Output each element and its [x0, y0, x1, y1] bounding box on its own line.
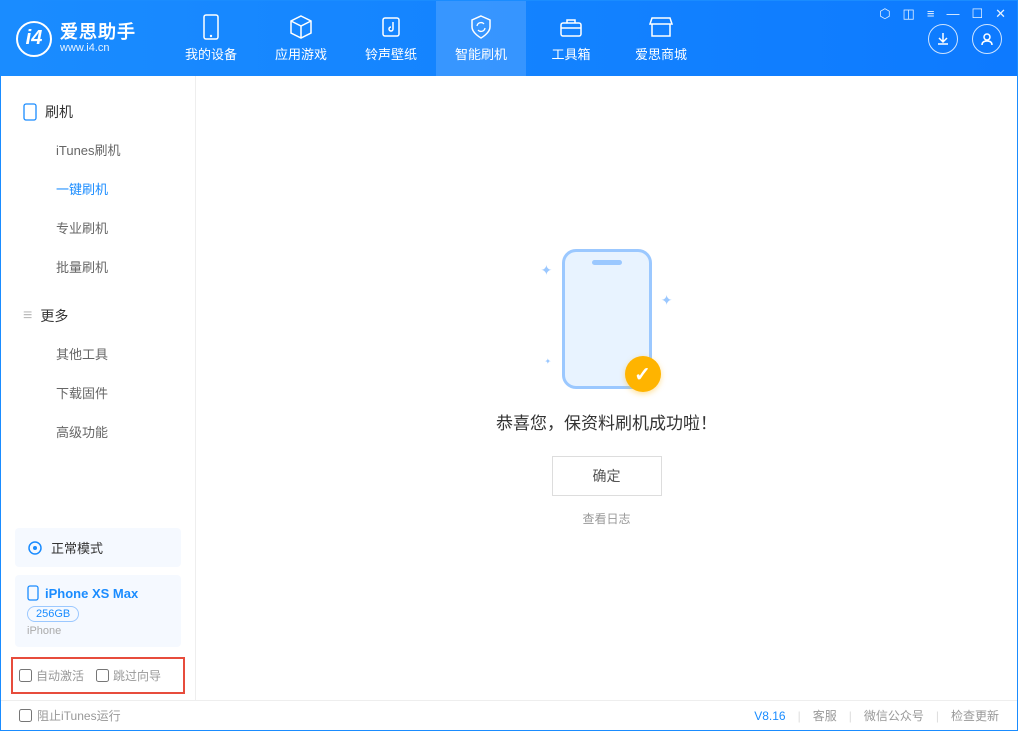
footer: 阻止iTunes运行 V8.16 | 客服 | 微信公众号 | 检查更新 — [1, 700, 1017, 730]
music-icon — [378, 14, 404, 40]
maximize-button[interactable]: ☐ — [971, 6, 983, 22]
shop-icon — [648, 14, 674, 40]
sidebar-item-firmware[interactable]: 下载固件 — [1, 373, 195, 412]
sparkle-icon: ✦ — [661, 292, 673, 309]
checkbox-block-itunes[interactable]: 阻止iTunes运行 — [19, 707, 121, 724]
view-log-link[interactable]: 查看日志 — [582, 510, 630, 527]
sidebar-item-batch[interactable]: 批量刷机 — [1, 247, 195, 286]
sparkle-icon: ✦ — [541, 262, 553, 279]
main-content: ✦ ✦ ✦ ✓ 恭喜您，保资料刷机成功啦！ 确定 查看日志 — [196, 76, 1017, 700]
window-controls: ⬡ ◫ ≡ — ☐ ✕ — [879, 6, 1006, 22]
checkbox-label: 阻止iTunes运行 — [37, 707, 121, 724]
footer-link-update[interactable]: 检查更新 — [951, 707, 999, 724]
lock-icon[interactable]: ◫ — [903, 6, 915, 22]
nav-tab-shop[interactable]: 爱思商城 — [616, 1, 706, 76]
nav-tab-apps[interactable]: 应用游戏 — [256, 1, 346, 76]
app-url: www.i4.cn — [60, 42, 136, 54]
checkbox-auto-activate[interactable]: 自动激活 — [19, 667, 84, 684]
nav-tab-tools[interactable]: 工具箱 — [526, 1, 616, 76]
device-icon — [23, 103, 37, 121]
nav-label: 铃声壁纸 — [365, 44, 417, 63]
nav-label: 爱思商城 — [635, 44, 687, 63]
success-check-icon: ✓ — [625, 356, 661, 392]
sidebar-item-advanced[interactable]: 高级功能 — [1, 412, 195, 451]
close-button[interactable]: ✕ — [995, 6, 1006, 22]
nav-tab-ring[interactable]: 铃声壁纸 — [346, 1, 436, 76]
logo: i4 爱思助手 www.i4.cn — [16, 21, 136, 57]
phone-small-icon — [27, 585, 39, 601]
nav-label: 智能刷机 — [455, 44, 507, 63]
mode-label: 正常模式 — [51, 538, 103, 557]
nav-tabs: 我的设备 应用游戏 铃声壁纸 智能刷机 工具箱 爱思商城 — [166, 1, 706, 76]
cube-icon — [288, 14, 314, 40]
mode-icon — [27, 540, 43, 556]
sidebar-item-itunes[interactable]: iTunes刷机 — [1, 130, 195, 169]
phone-icon — [198, 14, 224, 40]
device-capacity: 256GB — [27, 606, 79, 622]
checkbox-label: 跳过向导 — [113, 667, 161, 684]
section-title: 更多 — [40, 306, 68, 326]
nav-tab-device[interactable]: 我的设备 — [166, 1, 256, 76]
app-header: i4 爱思助手 www.i4.cn 我的设备 应用游戏 铃声壁纸 智能刷机 工具… — [1, 1, 1017, 76]
device-box[interactable]: iPhone XS Max 256GB iPhone — [15, 575, 181, 647]
sidebar-item-oneclick[interactable]: 一键刷机 — [1, 169, 195, 208]
header-right — [928, 24, 1002, 54]
phone-illustration: ✦ ✦ ✦ ✓ — [562, 249, 652, 389]
nav-label: 我的设备 — [185, 44, 237, 63]
list-icon: ≡ — [23, 307, 32, 325]
sidebar-item-pro[interactable]: 专业刷机 — [1, 208, 195, 247]
shirt-icon[interactable]: ⬡ — [879, 6, 890, 22]
success-message: 恭喜您，保资料刷机成功啦！ — [496, 409, 717, 434]
user-icon[interactable] — [972, 24, 1002, 54]
footer-link-support[interactable]: 客服 — [813, 707, 837, 724]
toolbox-icon — [558, 14, 584, 40]
app-name: 爱思助手 — [60, 23, 136, 43]
logo-icon: i4 — [16, 21, 52, 57]
download-icon[interactable] — [928, 24, 958, 54]
nav-label: 工具箱 — [551, 44, 590, 63]
checkbox-skip-guide[interactable]: 跳过向导 — [96, 667, 161, 684]
sidebar-section-more: ≡ 更多 — [1, 298, 195, 334]
sparkle-icon: ✦ — [545, 357, 552, 366]
device-type: iPhone — [27, 625, 169, 637]
options-row: 自动激活 跳过向导 — [11, 657, 185, 694]
device-name: iPhone XS Max — [45, 586, 138, 601]
version-label: V8.16 — [754, 709, 785, 723]
mode-box[interactable]: 正常模式 — [15, 528, 181, 567]
minimize-button[interactable]: — — [946, 6, 959, 22]
nav-label: 应用游戏 — [275, 44, 327, 63]
menu-icon[interactable]: ≡ — [927, 6, 935, 22]
checkbox-label: 自动激活 — [36, 667, 84, 684]
sidebar-item-other[interactable]: 其他工具 — [1, 334, 195, 373]
confirm-button[interactable]: 确定 — [552, 456, 662, 496]
refresh-shield-icon — [468, 14, 494, 40]
footer-link-wechat[interactable]: 微信公众号 — [864, 707, 924, 724]
section-title: 刷机 — [45, 102, 73, 122]
sidebar: 刷机 iTunes刷机 一键刷机 专业刷机 批量刷机 ≡ 更多 其他工具 下载固… — [1, 76, 196, 700]
nav-tab-flash[interactable]: 智能刷机 — [436, 1, 526, 76]
sidebar-section-flash: 刷机 — [1, 94, 195, 130]
